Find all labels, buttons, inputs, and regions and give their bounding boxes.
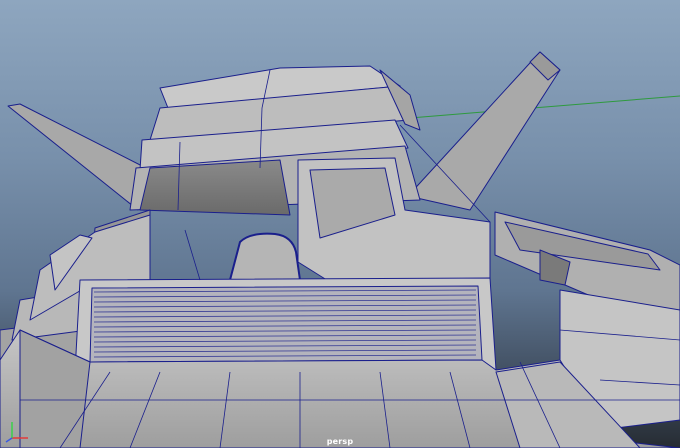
right-spike [407,51,561,211]
center-bump [229,232,301,281]
left-spike [7,103,151,211]
model-render[interactable] [0,0,680,448]
perspective-viewport[interactable]: persp [0,0,680,448]
camera-name-label: persp [326,437,354,446]
